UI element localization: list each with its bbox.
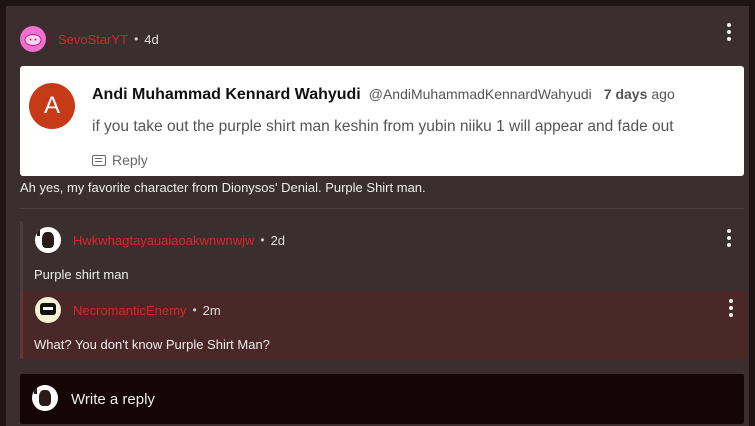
- reply-age: 2m: [202, 302, 221, 318]
- more-options-icon[interactable]: [726, 23, 732, 41]
- avatar: [32, 385, 58, 411]
- avatar[interactable]: [35, 297, 61, 323]
- reply-item-highlighted: NecromanticEnemy • 2m What? You don't kn…: [20, 291, 748, 359]
- separator-dot: •: [260, 233, 265, 247]
- reply-age: 2d: [270, 232, 286, 248]
- reply-item: Hwkwhagtayauaiaoakwnwnwjw • 2d Purple sh…: [20, 221, 748, 291]
- reply-compose-placeholder: Write a reply: [71, 391, 155, 408]
- quoted-text: if you take out the purple shirt man kes…: [92, 118, 674, 135]
- quoted-comment-card: A Andi Muhammad Kennard Wahyudi @AndiMuha…: [20, 66, 744, 176]
- avatar[interactable]: [20, 26, 46, 52]
- quoted-header: Andi Muhammad Kennard Wahyudi @AndiMuhamm…: [92, 86, 675, 104]
- reply-text: What? You don't know Purple Shirt Man?: [34, 337, 270, 352]
- more-options-icon[interactable]: [726, 229, 732, 247]
- reply-username[interactable]: NecromanticEnemy: [73, 303, 186, 318]
- reply-compose-box[interactable]: Write a reply: [20, 374, 744, 424]
- avatar[interactable]: [35, 227, 61, 253]
- more-options-icon[interactable]: [728, 299, 734, 317]
- reply-header: NecromanticEnemy • 2m: [35, 297, 221, 323]
- quoted-avatar: A: [29, 83, 75, 129]
- comment-thread: SevoStarYT • 4d A Andi Muhammad Kennard …: [0, 0, 755, 426]
- cloud-face-icon: [24, 34, 42, 46]
- quoted-author: Andi Muhammad Kennard Wahyudi: [92, 86, 361, 103]
- quoted-handle: @AndiMuhammadKennardWahyudi: [368, 86, 592, 102]
- post-header: SevoStarYT • 4d: [20, 26, 159, 52]
- reply-text: Purple shirt man: [34, 267, 129, 282]
- post-age: 4d: [144, 31, 159, 47]
- separator-dot: •: [134, 32, 139, 46]
- separator-dot: •: [192, 303, 197, 317]
- reply-header: Hwkwhagtayauaiaoakwnwnwjw • 2d: [35, 227, 285, 253]
- post-username[interactable]: SevoStarYT: [58, 32, 128, 47]
- quoted-time: 7 days: [603, 86, 648, 102]
- divider: [20, 208, 744, 209]
- post-caption: Ah yes, my favorite character from Diony…: [20, 180, 426, 195]
- quoted-reply-label: Reply: [112, 152, 148, 168]
- reply-username[interactable]: Hwkwhagtayauaiaoakwnwnwjw: [73, 233, 254, 248]
- comment-icon: [92, 154, 106, 166]
- quoted-reply-button: Reply: [92, 152, 148, 168]
- quoted-time-suffix: ago: [651, 86, 675, 102]
